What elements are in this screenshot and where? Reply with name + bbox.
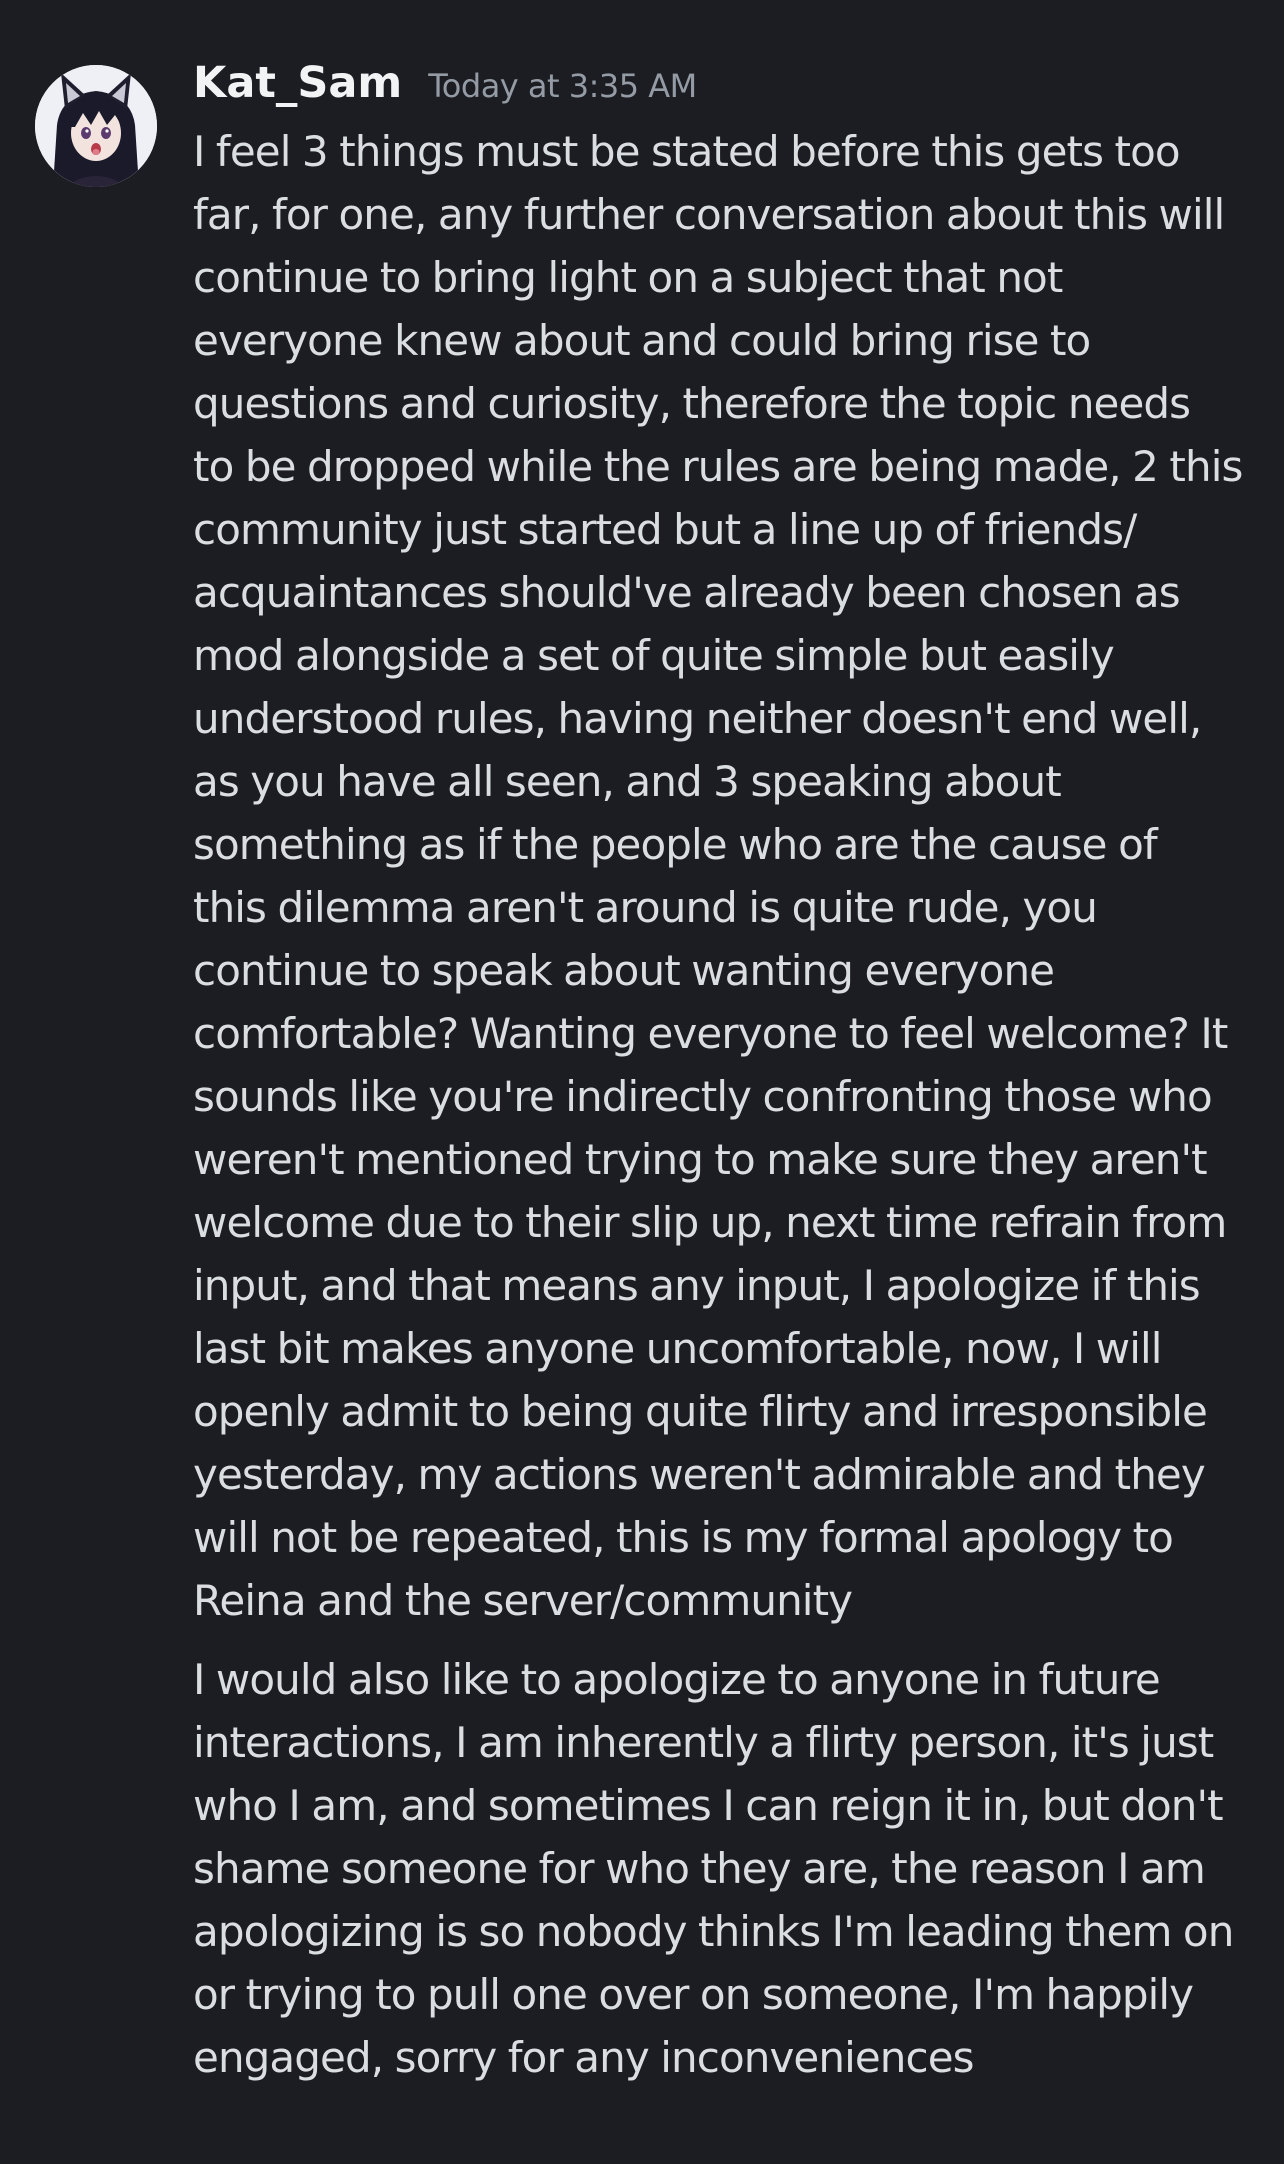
- message-text-line: will not be repeated, this is my formal …: [193, 1513, 1174, 1562]
- message-text-line: far, for one, any further conversation a…: [193, 190, 1225, 239]
- message-text-line: comfortable? Wanting everyone to feel we…: [193, 1009, 1228, 1058]
- message-text-line: continue to speak about wanting everyone: [193, 946, 1055, 995]
- message-text-line: sounds like you're indirectly confrontin…: [193, 1072, 1213, 1121]
- message-text-line: engaged, sorry for any inconveniences: [193, 2033, 975, 2082]
- message-text-line: interactions, I am inherently a flirty p…: [193, 1718, 1214, 1767]
- message-text-line: weren't mentioned trying to make sure th…: [193, 1135, 1208, 1184]
- message-text-line: something as if the people who are the c…: [193, 820, 1158, 869]
- message-text-line: acquaintances should've already been cho…: [193, 568, 1181, 617]
- message-header: Kat_Sam Today at 3:35 AM: [193, 58, 697, 118]
- message-paragraph-1: I feel 3 things must be stated before th…: [193, 120, 1253, 1632]
- message-text-line: shame someone for who they are, the reas…: [193, 1844, 1206, 1893]
- username[interactable]: Kat_Sam: [193, 58, 402, 108]
- message-text-line: yesterday, my actions weren't admirable …: [193, 1450, 1206, 1499]
- anime-girl-avatar-icon: [35, 65, 157, 187]
- message-text-line: questions and curiosity, therefore the t…: [193, 379, 1191, 428]
- message-text-line: community just started but a line up of …: [193, 505, 1137, 554]
- message-text-line: understood rules, having neither doesn't…: [193, 694, 1202, 743]
- message-text-line: openly admit to being quite flirty and i…: [193, 1387, 1208, 1436]
- message-text-line: continue to bring light on a subject tha…: [193, 253, 1063, 302]
- message-text-line: this dilemma aren't around is quite rude…: [193, 883, 1098, 932]
- message-text-line: everyone knew about and could bring rise…: [193, 316, 1091, 365]
- user-avatar[interactable]: [35, 65, 157, 187]
- message-text-line: input, and that means any input, I apolo…: [193, 1261, 1201, 1310]
- message-text-line: who I am, and sometimes I can reign it i…: [193, 1781, 1224, 1830]
- message-paragraph-2: I would also like to apologize to anyone…: [193, 1648, 1253, 2089]
- message-text-line: mod alongside a set of quite simple but …: [193, 631, 1115, 680]
- message-text-line: I would also like to apologize to anyone…: [193, 1655, 1161, 1704]
- message-text-line: last bit makes anyone uncomfortable, now…: [193, 1324, 1162, 1373]
- message-group: Kat_Sam Today at 3:35 AM I feel 3 things…: [0, 0, 1284, 2164]
- message-timestamp[interactable]: Today at 3:35 AM: [428, 67, 697, 105]
- message-text-line: Reina and the server/community: [193, 1576, 853, 1625]
- message-text-line: as you have all seen, and 3 speaking abo…: [193, 757, 1062, 806]
- message-text-line: welcome due to their slip up, next time …: [193, 1198, 1227, 1247]
- message-text-line: apologizing is so nobody thinks I'm lead…: [193, 1907, 1234, 1956]
- message-text-line: to be dropped while the rules are being …: [193, 442, 1243, 491]
- message-text-line: I feel 3 things must be stated before th…: [193, 127, 1181, 176]
- message-text-line: or trying to pull one over on someone, I…: [193, 1970, 1194, 2019]
